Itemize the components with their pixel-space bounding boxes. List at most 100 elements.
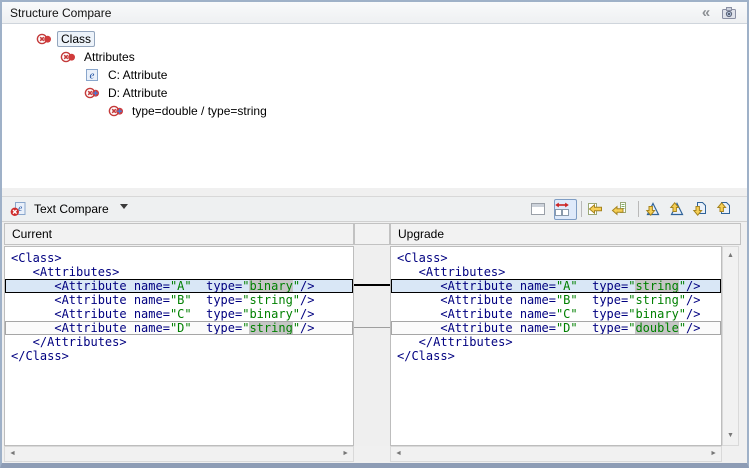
copy-current-right-to-left-button[interactable]	[611, 199, 634, 220]
code-token: type=	[578, 279, 629, 293]
code-line[interactable]: </Attributes>	[391, 335, 721, 349]
code-token: "string"	[628, 293, 686, 307]
scroll-down-button[interactable]: ▼	[723, 429, 738, 443]
code-token: "C"	[170, 307, 192, 321]
camera-button[interactable]	[719, 4, 739, 22]
code-line[interactable]: <Class>	[5, 251, 353, 265]
code-token: "string"	[242, 293, 300, 307]
selected-diff-line[interactable]: <Attribute name="A" type="string"/>	[391, 279, 721, 293]
code-token: type=	[192, 279, 243, 293]
scroll-left-button[interactable]: ◄	[391, 447, 406, 461]
scroll-up-button[interactable]: ▲	[723, 249, 738, 263]
diff-connector-strip	[354, 246, 390, 446]
tree-item-label: Class	[57, 31, 95, 47]
tree-item-label: Attributes	[81, 50, 138, 64]
text-compare-title: Text Compare	[34, 202, 109, 216]
left-horizontal-scrollbar[interactable]: ◄ ►	[4, 446, 354, 462]
text-compare-icon: e	[10, 201, 26, 217]
tree-item-label: C: Attribute	[105, 68, 170, 82]
code-token: "D"	[556, 321, 578, 335]
code-token: <Attribute name=	[397, 279, 556, 293]
next-difference-button[interactable]	[644, 199, 667, 220]
code-token: />	[686, 279, 700, 293]
change-diff-line[interactable]: <Attribute name="D" type="string"/>	[5, 321, 353, 335]
code-line[interactable]: <Attributes>	[5, 265, 353, 279]
compare-editor: Structure Compare « Class Attributes e C: A…	[0, 0, 749, 468]
compare-body: <Class> <Attributes> <Attribute name="A"…	[2, 246, 747, 446]
text-compare-menu-button[interactable]	[119, 201, 143, 217]
diff-plus-icon	[84, 85, 100, 101]
right-code-pane[interactable]: <Class> <Attributes> <Attribute name="A"…	[390, 246, 722, 446]
code-token: </Class>	[397, 349, 455, 363]
left-code-pane[interactable]: <Class> <Attributes> <Attribute name="A"…	[4, 246, 354, 446]
toolbar-separator	[638, 201, 639, 217]
code-token: <Attribute name=	[397, 307, 556, 321]
two-way-layout-icon	[554, 201, 570, 217]
code-line[interactable]: </Class>	[5, 349, 353, 363]
code-token: string	[249, 321, 292, 335]
element-e-icon: e	[84, 67, 100, 83]
code-token: "	[293, 279, 300, 293]
right-horizontal-scrollbar[interactable]: ◄ ►	[390, 446, 722, 462]
code-token: binary	[249, 279, 292, 293]
tree-item-label: D: Attribute	[105, 86, 170, 100]
code-token: </Attributes>	[397, 335, 513, 349]
code-token: <Attributes>	[397, 265, 505, 279]
code-token: type=	[192, 321, 243, 335]
selected-diff-connector	[354, 284, 390, 286]
change-diff-line[interactable]: <Attribute name="D" type="double"/>	[391, 321, 721, 335]
code-token: "	[293, 321, 300, 335]
code-token: </Class>	[11, 349, 69, 363]
horizontal-splitter[interactable]	[2, 188, 747, 196]
previous-change-icon	[716, 201, 732, 217]
double-chevron-button[interactable]: «	[695, 4, 715, 22]
code-token: <Attribute name=	[11, 321, 170, 335]
structure-compare-title: Structure Compare	[10, 6, 111, 20]
code-token: "A"	[556, 279, 578, 293]
toolbar-separator	[581, 201, 582, 217]
compare-toolbar	[529, 199, 739, 220]
tree-item-label: type=double / type=string	[129, 104, 270, 118]
tree-item[interactable]: type=double / type=string	[2, 102, 747, 120]
two-way-layout-button[interactable]	[554, 199, 577, 220]
previous-change-button[interactable]	[716, 199, 739, 220]
structure-compare-header: Structure Compare «	[2, 2, 747, 24]
next-change-icon	[692, 201, 708, 217]
dropdown-arrow-icon	[119, 201, 135, 217]
code-token: <Attribute name=	[11, 293, 170, 307]
code-token: type=	[578, 321, 629, 335]
code-token: type=	[578, 307, 629, 321]
code-token: "	[679, 321, 686, 335]
previous-difference-button[interactable]	[668, 199, 691, 220]
scroll-right-button[interactable]: ►	[338, 447, 353, 461]
code-line[interactable]: <Attribute name="C" type="binary"/>	[391, 307, 721, 321]
tree-item[interactable]: D: Attribute	[2, 84, 747, 102]
code-line[interactable]: <Attribute name="B" type="string"/>	[391, 293, 721, 307]
previous-difference-icon	[668, 201, 684, 217]
double-chevron-icon: «	[702, 5, 708, 20]
code-token: <Attribute name=	[397, 293, 556, 307]
tree-item[interactable]: Class	[2, 30, 747, 48]
code-token: string	[635, 279, 678, 293]
copy-all-right-to-left-button[interactable]	[587, 199, 610, 220]
code-token: <Class>	[397, 251, 448, 265]
structure-toolbar: «	[691, 4, 739, 22]
code-line[interactable]: </Class>	[391, 349, 721, 363]
vertical-scrollbar[interactable]: ▲ ▼	[722, 246, 739, 446]
structure-tree: Class Attributes e C: Attribute D: Attribute…	[2, 24, 747, 188]
code-line[interactable]: <Attribute name="B" type="string"/>	[5, 293, 353, 307]
code-line[interactable]: <Attribute name="C" type="binary"/>	[5, 307, 353, 321]
next-change-button[interactable]	[692, 199, 715, 220]
code-line[interactable]: <Class>	[391, 251, 721, 265]
selected-diff-line[interactable]: <Attribute name="A" type="binary"/>	[5, 279, 353, 293]
tree-item[interactable]: e C: Attribute	[2, 66, 747, 84]
code-token: double	[635, 321, 678, 335]
ancestor-pane-button[interactable]	[530, 199, 553, 220]
tree-item[interactable]: Attributes	[2, 48, 747, 66]
code-line[interactable]: <Attributes>	[391, 265, 721, 279]
code-line[interactable]: </Attributes>	[5, 335, 353, 349]
right-pane-title: Upgrade	[398, 227, 444, 241]
code-token: <Attribute name=	[11, 307, 170, 321]
scroll-right-button[interactable]: ►	[706, 447, 721, 461]
scroll-left-button[interactable]: ◄	[5, 447, 20, 461]
